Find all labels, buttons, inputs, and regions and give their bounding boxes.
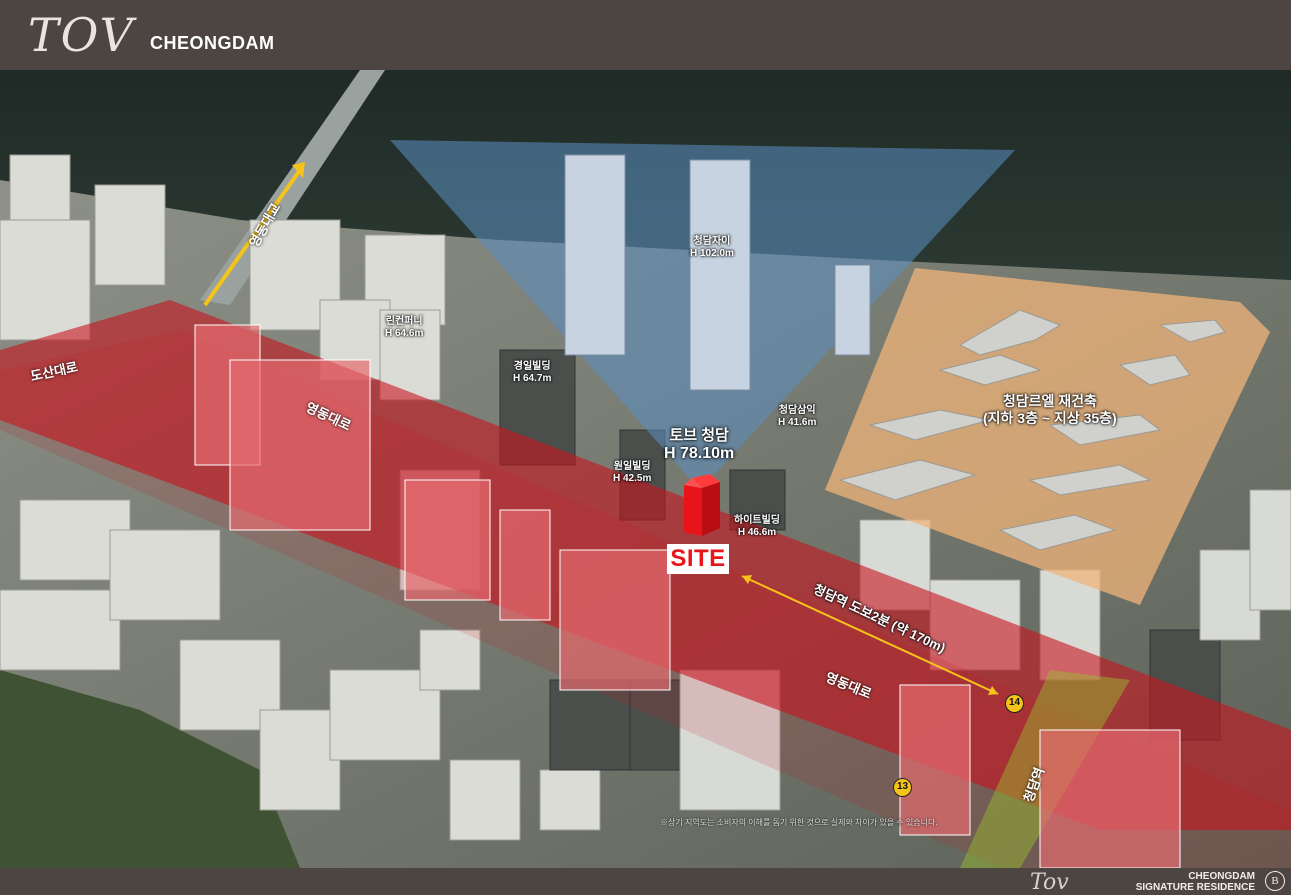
building-label-kyungil: 경일빌딩 H 64.7m [513, 361, 551, 385]
station-13-icon: 13 [893, 778, 912, 797]
footer-brand: CHEONGDAM SIGNATURE RESIDENCE [1136, 871, 1255, 893]
building-height: H 41.6m [778, 417, 817, 428]
building-height: H 42.5m [613, 473, 652, 484]
emblem-icon: B [1265, 871, 1285, 891]
building-label-wonil: 원일빌딩 H 42.5m [613, 461, 651, 485]
header-bar: TOV CHEONGDAM [0, 0, 1291, 70]
redevelopment-label: 청담르엘 재건축 (지하 3층 ~ 지상 35층) [983, 393, 1117, 427]
site-height: H 78.10m [664, 445, 735, 462]
building-name: 원일빌딩 [613, 461, 651, 472]
aerial-map: 토브 청담 H 78.10m SITE 청담자이 H 102.0m 린컨퍼니 H… [0, 70, 1291, 868]
building-height: H 64.7m [513, 373, 552, 384]
site-marker-icon [684, 474, 720, 536]
building-label-cheongdam-xi: 청담자이 H 102.0m [690, 236, 734, 260]
brand-subtitle: CHEONGDAM [150, 33, 275, 53]
redevelopment-floors: (지하 3층 ~ 지상 35층) [983, 410, 1117, 426]
building-height: H 102.0m [690, 248, 734, 259]
station-14-icon: 14 [1005, 694, 1024, 713]
building-name: 청담자이 [693, 236, 731, 247]
footer-line1: CHEONGDAM [1188, 871, 1255, 882]
site-name: 토브 청담 [669, 427, 729, 444]
disclaimer-text: ※상기 지역도는 소비자의 이해를 돕기 위한 것으로 실제와 차이가 있을 수… [660, 818, 938, 827]
site-label: 토브 청담 H 78.10m [664, 427, 734, 463]
building-name: 경일빌딩 [513, 361, 551, 372]
building-name: 린컨퍼니 [385, 316, 423, 327]
footer-logo: Tov [1030, 870, 1069, 895]
building-name: 청담삼익 [778, 405, 816, 416]
brand-logo: TOV [28, 8, 135, 62]
building-label-hite: 하이트빌딩 H 46.6m [734, 515, 780, 539]
building-height: H 46.6m [737, 527, 777, 538]
building-height: H 64.6m [385, 328, 424, 339]
building-name: 하이트빌딩 [734, 515, 780, 526]
footer-bar: Tov CHEONGDAM SIGNATURE RESIDENCE B [0, 868, 1291, 895]
building-label-lincoln: 린컨퍼니 H 64.6m [385, 316, 423, 340]
redevelopment-title: 청담르엘 재건축 [1002, 393, 1097, 409]
site-tag: SITE [667, 544, 729, 574]
footer-line2: SIGNATURE RESIDENCE [1135, 882, 1255, 893]
building-label-samik: 청담삼익 H 41.6m [778, 405, 816, 429]
